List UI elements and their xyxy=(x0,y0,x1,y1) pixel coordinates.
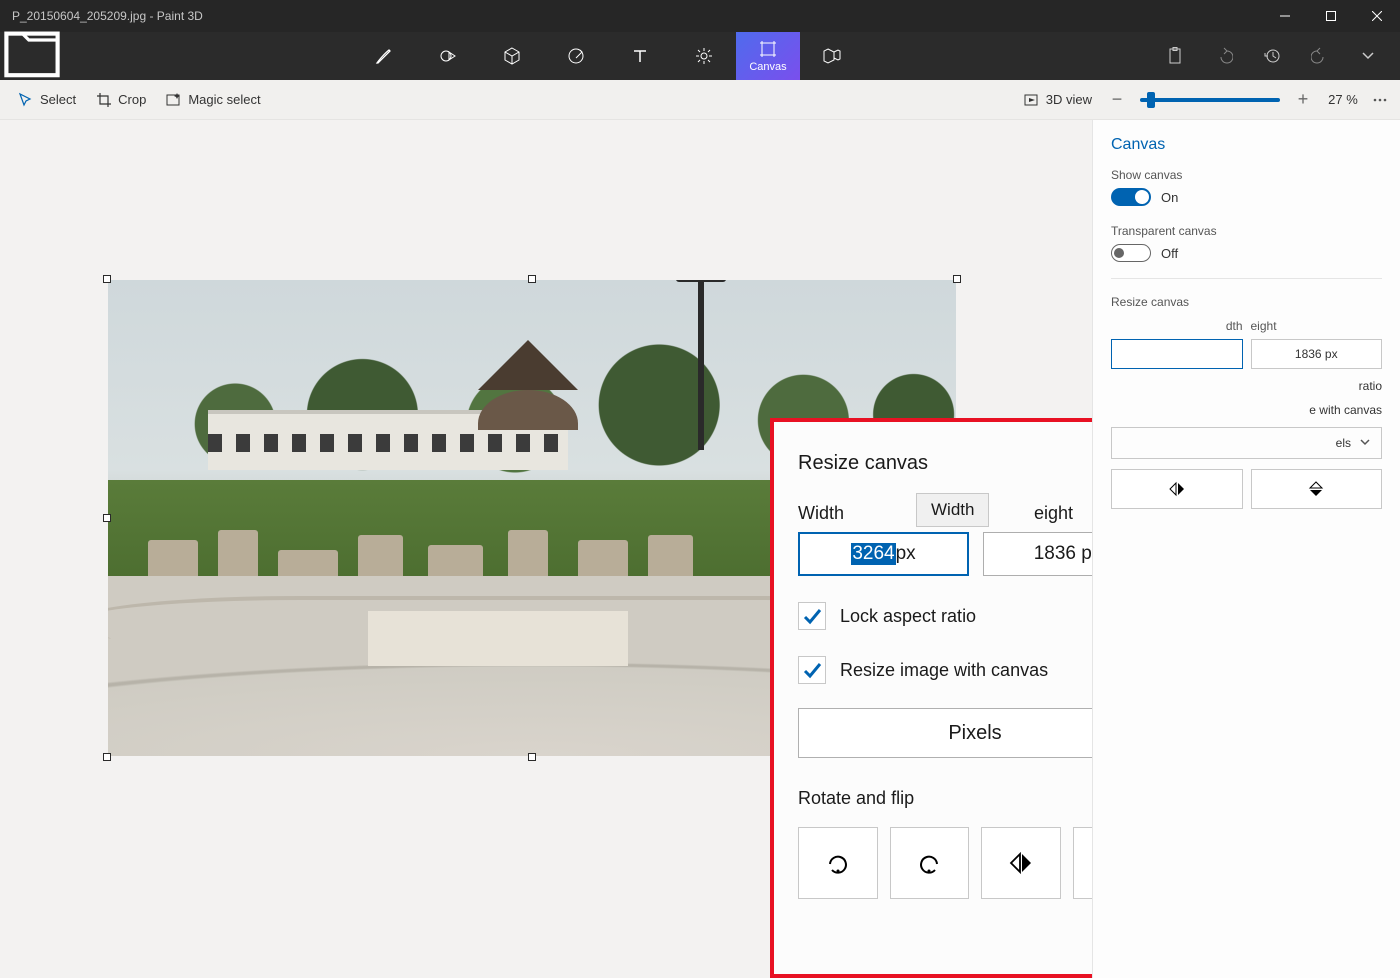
paste-button[interactable] xyxy=(1152,32,1200,80)
width-input-unit: px xyxy=(896,543,916,565)
canvas-tool[interactable]: Canvas xyxy=(736,32,800,80)
flip-vertical-button[interactable] xyxy=(1073,827,1093,899)
more-chevron-button[interactable] xyxy=(1344,32,1392,80)
lock-aspect-small[interactable]: ratio xyxy=(1111,379,1382,393)
show-canvas-label: Show canvas xyxy=(1111,168,1382,182)
resize-with-canvas-checkbox[interactable]: Resize image with canvas xyxy=(798,656,1092,684)
width-input-value: 3264 xyxy=(851,543,895,565)
resize-canvas-label: Resize canvas xyxy=(1111,295,1382,309)
resize-canvas-title: Resize canvas xyxy=(798,452,1092,475)
resize-handle[interactable] xyxy=(103,275,111,283)
units-value: Pixels xyxy=(948,722,1001,745)
undo-button[interactable] xyxy=(1200,32,1248,80)
check-icon xyxy=(798,602,826,630)
resize-handle[interactable] xyxy=(103,753,111,761)
redo-button[interactable] xyxy=(1296,32,1344,80)
close-button[interactable] xyxy=(1354,0,1400,32)
height-label-small: eight xyxy=(1251,319,1383,333)
transparent-canvas-label: Transparent canvas xyxy=(1111,224,1382,238)
zoom-in-button[interactable]: + xyxy=(1288,89,1318,110)
resize-canvas-zoom-panel: Resize canvas Width eight Width 3264px 1… xyxy=(770,418,1092,978)
select-label: Select xyxy=(40,92,76,107)
3d-shapes-tool[interactable] xyxy=(480,32,544,80)
select-button[interactable]: Select xyxy=(8,80,86,120)
zoom-percent: 27 % xyxy=(1318,92,1368,107)
2d-shapes-tool[interactable] xyxy=(416,32,480,80)
units-value-small: els xyxy=(1336,436,1351,450)
canvas-area[interactable]: Resize canvas Width eight Width 3264px 1… xyxy=(0,120,1092,978)
resize-with-small[interactable]: e with canvas xyxy=(1111,403,1382,417)
units-dropdown-small[interactable]: els xyxy=(1111,427,1382,459)
show-canvas-state: On xyxy=(1161,190,1178,205)
crop-label: Crop xyxy=(118,92,146,107)
stickers-tool[interactable] xyxy=(544,32,608,80)
height-input-small[interactable]: 1836 px xyxy=(1251,339,1383,369)
minimize-button[interactable] xyxy=(1262,0,1308,32)
window-title: P_20150604_205209.jpg - Paint 3D xyxy=(12,9,1262,23)
transparent-canvas-state: Off xyxy=(1161,246,1178,261)
zoom-out-button[interactable]: − xyxy=(1102,89,1132,110)
resize-handle[interactable] xyxy=(528,753,536,761)
context-toolbar: Select Crop Magic select 3D view − + 27 … xyxy=(0,80,1400,120)
panel-title: Canvas xyxy=(1111,136,1382,154)
crop-button[interactable]: Crop xyxy=(86,80,156,120)
width-input[interactable]: 3264px xyxy=(798,532,969,576)
magic-select-button[interactable]: Magic select xyxy=(156,80,270,120)
resize-handle[interactable] xyxy=(953,275,961,283)
zoom-slider-thumb[interactable] xyxy=(1147,92,1155,108)
history-button[interactable] xyxy=(1248,32,1296,80)
effects-tool[interactable] xyxy=(672,32,736,80)
lock-aspect-checkbox[interactable]: Lock aspect ratio xyxy=(798,602,1092,630)
maximize-button[interactable] xyxy=(1308,0,1354,32)
lock-aspect-text: ratio xyxy=(1359,379,1382,393)
3d-view-button[interactable]: 3D view xyxy=(1014,80,1102,120)
units-dropdown[interactable]: Pixels xyxy=(798,708,1092,758)
brushes-tool[interactable] xyxy=(352,32,416,80)
rotate-left-button[interactable] xyxy=(798,827,878,899)
flip-vertical-small[interactable] xyxy=(1251,469,1383,509)
toolbar-more-button[interactable] xyxy=(1368,80,1392,120)
resize-handle[interactable] xyxy=(528,275,536,283)
canvas-panel: Canvas Show canvas On Transparent canvas… xyxy=(1092,120,1400,978)
ribbon: Canvas xyxy=(0,32,1400,80)
width-tooltip: Width xyxy=(916,493,989,527)
width-label: Width xyxy=(798,503,916,524)
height-input[interactable]: 1836 px xyxy=(983,532,1092,576)
flip-horizontal-button[interactable] xyxy=(981,827,1061,899)
zoom-slider[interactable] xyxy=(1140,98,1280,102)
3d-view-label: 3D view xyxy=(1046,92,1092,107)
height-value-small: 1836 px xyxy=(1295,347,1338,361)
lock-aspect-label: Lock aspect ratio xyxy=(840,606,976,627)
width-input-small[interactable] xyxy=(1111,339,1243,369)
3d-library-tool[interactable] xyxy=(800,32,864,80)
canvas-tool-label: Canvas xyxy=(749,61,786,73)
flip-horizontal-small[interactable] xyxy=(1111,469,1243,509)
resize-with-canvas-label: Resize image with canvas xyxy=(840,660,1048,681)
transparent-canvas-toggle[interactable] xyxy=(1111,244,1151,262)
resize-handle[interactable] xyxy=(103,514,111,522)
rotate-flip-title: Rotate and flip xyxy=(798,788,1092,809)
chevron-down-icon xyxy=(1359,436,1371,451)
height-input-value: 1836 px xyxy=(1034,543,1092,565)
menu-button[interactable] xyxy=(0,32,64,80)
rotate-right-button[interactable] xyxy=(890,827,970,899)
text-tool[interactable] xyxy=(608,32,672,80)
show-canvas-toggle[interactable] xyxy=(1111,188,1151,206)
resize-with-text: e with canvas xyxy=(1309,403,1382,417)
check-icon xyxy=(798,656,826,684)
magic-select-label: Magic select xyxy=(188,92,260,107)
title-bar: P_20150604_205209.jpg - Paint 3D xyxy=(0,0,1400,32)
width-label-small: dth xyxy=(1111,319,1243,333)
